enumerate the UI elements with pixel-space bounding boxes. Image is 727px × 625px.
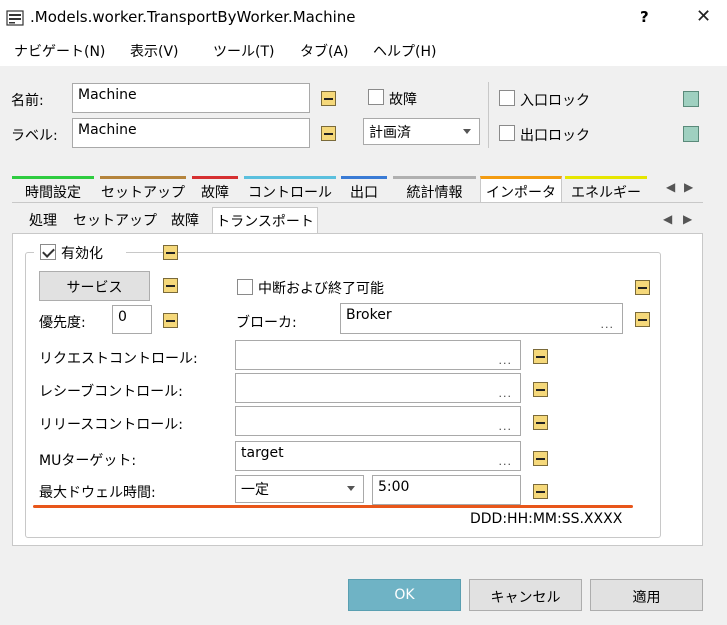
menu-tab[interactable]: タブ(A)	[300, 41, 349, 61]
window-title: .Models.worker.TransportByWorker.Machine	[30, 8, 356, 26]
chevron-down-icon	[463, 129, 471, 134]
menu-bar: ナビゲート(N) 表示(V) ツール(T) タブ(A) ヘルプ(H)	[0, 36, 727, 66]
release-control-input[interactable]: ...	[235, 406, 521, 436]
priority-label: 優先度:	[39, 315, 86, 331]
receive-control-browse-icon[interactable]: ...	[499, 387, 513, 400]
name-inherit-icon[interactable]	[321, 91, 336, 106]
max-dwell-label: 最大ドウェル時間:	[39, 485, 156, 501]
failure-checkbox[interactable]	[368, 89, 384, 105]
receive-control-inherit-icon[interactable]	[533, 382, 548, 397]
failure-mode-select[interactable]: 計画済	[363, 118, 480, 145]
mu-target-browse-icon[interactable]: ...	[499, 455, 513, 468]
tab-exit[interactable]: 出口	[341, 176, 387, 202]
tab-importer[interactable]: インポータ	[480, 176, 562, 202]
request-control-input[interactable]: ...	[235, 340, 521, 370]
mu-target-input[interactable]: target ...	[235, 441, 521, 471]
app-icon	[6, 10, 24, 26]
tab-energy[interactable]: エネルギー	[565, 176, 647, 202]
max-dwell-inherit-icon[interactable]	[533, 484, 548, 499]
name-input[interactable]: Machine	[72, 83, 310, 113]
failure-label: 故障	[389, 92, 417, 108]
release-control-label: リリースコントロール:	[39, 417, 184, 433]
enabled-legend: 有効化	[34, 242, 126, 262]
interrupt-checkbox[interactable]	[237, 279, 253, 295]
exit-lock-inherit-icon[interactable]	[683, 126, 699, 142]
exit-lock-checkbox[interactable]	[499, 125, 515, 141]
menu-help[interactable]: ヘルプ(H)	[373, 41, 436, 61]
subtab-scroll-right-icon[interactable]: ▶	[683, 212, 692, 226]
tab-setup[interactable]: セットアップ	[100, 176, 186, 202]
interrupt-label: 中断および終了可能	[258, 281, 384, 297]
service-inherit-icon[interactable]	[163, 278, 178, 293]
subtab-failures[interactable]: 故障	[162, 207, 208, 233]
tab-scroll-left-icon[interactable]: ◀	[666, 180, 675, 194]
interrupt-inherit-icon[interactable]	[635, 280, 650, 295]
menu-view[interactable]: 表示(V)	[130, 41, 179, 61]
release-control-browse-icon[interactable]: ...	[499, 420, 513, 433]
tab-strip-line	[12, 202, 703, 203]
label-label: ラベル:	[11, 128, 58, 144]
broker-input[interactable]: Broker ...	[340, 303, 623, 334]
header-divider	[488, 82, 489, 148]
receive-control-label: レシーブコントロール:	[39, 384, 183, 400]
tab-control[interactable]: コントロール	[244, 176, 336, 202]
title-bar: .Models.worker.TransportByWorker.Machine…	[0, 0, 727, 36]
tab-time-settings[interactable]: 時間設定	[12, 176, 94, 202]
max-dwell-mode-select[interactable]: 一定	[235, 475, 364, 503]
max-dwell-mode-value: 一定	[241, 482, 269, 498]
menu-navigate[interactable]: ナビゲート(N)	[14, 41, 105, 61]
subtab-scroll-left-icon[interactable]: ◀	[663, 212, 672, 226]
subtab-processing[interactable]: 処理	[18, 207, 68, 233]
entry-lock-label: 入口ロック	[520, 93, 590, 109]
enabled-checkbox[interactable]	[40, 244, 56, 260]
max-dwell-input[interactable]: 5:00	[372, 475, 521, 505]
cancel-button[interactable]: キャンセル	[469, 579, 582, 611]
priority-inherit-icon[interactable]	[163, 313, 178, 328]
tab-failures[interactable]: 故障	[192, 176, 238, 202]
exit-lock-label: 出口ロック	[520, 128, 590, 144]
release-control-inherit-icon[interactable]	[533, 415, 548, 430]
name-label: 名前:	[11, 93, 44, 109]
enabled-inherit-icon[interactable]	[163, 245, 178, 260]
enabled-label: 有効化	[61, 246, 103, 262]
label-inherit-icon[interactable]	[321, 126, 336, 141]
time-format-hint: DDD:HH:MM:SS.XXXX	[470, 511, 623, 527]
subtab-setup[interactable]: セットアップ	[72, 207, 158, 233]
label-input[interactable]: Machine	[72, 118, 310, 148]
subtab-transport[interactable]: トランスポート	[212, 207, 318, 233]
broker-label: ブローカ:	[236, 315, 297, 331]
help-button[interactable]: ?	[640, 8, 649, 26]
failure-mode-value: 計画済	[369, 125, 411, 141]
mu-target-label: MUターゲット:	[39, 453, 137, 469]
entry-lock-checkbox[interactable]	[499, 90, 515, 106]
apply-button[interactable]: 適用	[590, 579, 703, 611]
receive-control-input[interactable]: ...	[235, 373, 521, 403]
broker-browse-icon[interactable]: ...	[601, 318, 615, 331]
tab-statistics[interactable]: 統計情報	[393, 176, 476, 202]
request-control-label: リクエストコントロール:	[39, 351, 198, 367]
mu-target-value: target	[241, 445, 284, 461]
service-button[interactable]: サービス	[39, 271, 150, 301]
entry-lock-inherit-icon[interactable]	[683, 91, 699, 107]
menu-tools[interactable]: ツール(T)	[213, 41, 274, 61]
ok-button[interactable]: OK	[348, 579, 461, 611]
close-icon[interactable]: ✕	[696, 6, 711, 27]
mu-target-inherit-icon[interactable]	[533, 451, 548, 466]
request-control-browse-icon[interactable]: ...	[499, 354, 513, 367]
tab-scroll-right-icon[interactable]: ▶	[684, 180, 693, 194]
chevron-down-icon	[347, 486, 355, 491]
broker-value: Broker	[346, 307, 392, 323]
highlight-underline	[33, 505, 633, 508]
priority-input[interactable]: 0	[112, 305, 152, 334]
request-control-inherit-icon[interactable]	[533, 349, 548, 364]
broker-inherit-icon[interactable]	[635, 312, 650, 327]
